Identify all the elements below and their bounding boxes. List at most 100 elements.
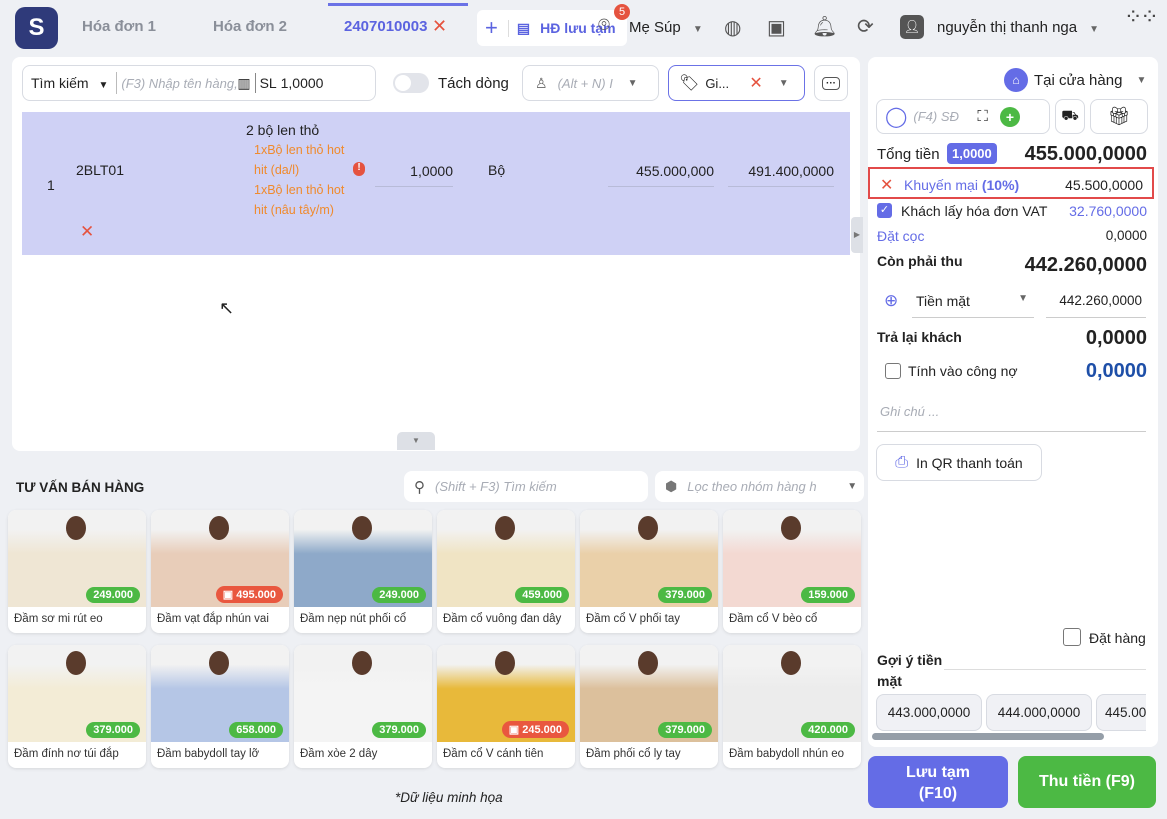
product-name: Đầm babydoll tay lỡ	[157, 748, 260, 760]
product-card[interactable]: ▣ 495.000 Đầm vạt đắp nhún vai	[151, 510, 289, 633]
qty-input[interactable]: 1,0000	[281, 75, 324, 91]
model-head	[66, 651, 86, 675]
apps-grid-icon[interactable]: ⁘⁘	[1124, 6, 1159, 28]
due-amount: 442.260,0000	[1024, 254, 1147, 276]
product-name: Đầm cổ V cánh tiên	[443, 748, 544, 760]
channel-select[interactable]: ⌂ Tại cửa hàng ▼	[1004, 68, 1146, 92]
remove-discount-icon[interactable]: ✕	[880, 175, 893, 195]
product-card[interactable]: 379.000 Đầm xòe 2 dây	[294, 645, 432, 768]
store-selector[interactable]: Mẹ Súp ▼	[629, 19, 703, 36]
tab-invoice-active[interactable]: 2407010003	[344, 18, 427, 35]
line-components: 1xBộ len thỏ hot hit (da/l) 1xBộ len thỏ…	[254, 140, 344, 220]
tab-invoice-2[interactable]: Hóa đơn 2	[213, 18, 287, 35]
discount-label[interactable]: Khuyến mại (10%)	[904, 177, 1019, 193]
barcode-icon[interactable]: ▥	[237, 75, 250, 92]
print-qr-button[interactable]: ⎙ In QR thanh toán	[876, 444, 1042, 481]
payment-method-select[interactable]: Tiền mặt ▼	[912, 290, 1034, 318]
clear-price-list-icon[interactable]: ✕	[749, 73, 762, 93]
gift-button[interactable]: 🎁︎	[1090, 99, 1148, 134]
debt-checkbox[interactable]	[885, 363, 901, 379]
customer-search[interactable]: ◯ (F4) SĐ ⛶ +	[876, 99, 1050, 134]
cash-suggestion[interactable]: 444.000,0000	[986, 694, 1092, 731]
store-icon: ⌂	[1004, 68, 1028, 92]
product-card[interactable]: 379.000 Đầm cổ V phối tay	[580, 510, 718, 633]
qty-label: SL	[259, 75, 277, 91]
product-search[interactable]: Tìm kiếm ▼ (F3) Nhập tên hàng, mã ▥ SL 1…	[22, 65, 376, 101]
remove-line-icon[interactable]: ✕	[80, 222, 94, 242]
product-card[interactable]: 658.000 Đầm babydoll tay lỡ	[151, 645, 289, 768]
product-card[interactable]: 379.000 Đầm đính nơ túi đắp	[8, 645, 146, 768]
save-draft-button[interactable]: Lưu tạm (F10)	[868, 756, 1008, 808]
location-pin-icon[interactable]: ⌾	[598, 14, 610, 37]
vat-checkbox[interactable]: ✓	[877, 203, 892, 218]
user-menu[interactable]: nguyễn thị thanh nga ▼	[937, 19, 1099, 36]
line-price-input[interactable]: 455.000,000	[608, 160, 714, 187]
price-list-select[interactable]: 🏷︎ Gi... ✕ ▼	[668, 65, 805, 101]
deposit-label[interactable]: Đặt cọc	[877, 228, 924, 244]
catalog-search-input[interactable]: (Shift + F3) Tìm kiếm	[435, 479, 557, 494]
box-icon: ⬢	[665, 478, 678, 494]
product-card[interactable]: 459.000 Đầm cổ vuông đan dây	[437, 510, 575, 633]
staff-select[interactable]: ♙ (Alt + N) I ▼	[522, 65, 659, 101]
product-card[interactable]: 420.000 Đầm babydoll nhún eo	[723, 645, 861, 768]
payment-method-value: Tiền mặt	[916, 293, 970, 309]
delivery-button[interactable]: ⛟	[1055, 99, 1085, 134]
screens-icon[interactable]: ▣	[767, 15, 786, 40]
price-value: 379.000	[93, 724, 133, 736]
product-image: 379.000	[580, 645, 718, 742]
vat-amount: 32.760,0000	[1069, 203, 1147, 219]
pay-button[interactable]: Thu tiền (F9)	[1018, 756, 1156, 808]
line-unit: Bộ	[488, 162, 506, 178]
change-amount: 0,0000	[1085, 327, 1147, 349]
product-card[interactable]: 379.000 Đầm phối cổ ly tay	[580, 645, 718, 768]
product-image: 249.000	[294, 510, 432, 607]
product-image: ▣ 495.000	[151, 510, 289, 607]
product-search-input[interactable]: (F3) Nhập tên hàng, mã	[117, 76, 237, 91]
paid-amount-input[interactable]: 442.260,0000	[1046, 290, 1146, 318]
order-checkbox[interactable]	[1063, 628, 1081, 646]
close-tab-icon[interactable]: ✕	[432, 16, 447, 37]
price-value: 379.000	[665, 724, 705, 736]
plus-icon[interactable]: +	[485, 15, 498, 41]
bell-icon[interactable]: 🔔︎	[812, 14, 837, 39]
app-logo[interactable]: S	[15, 7, 58, 49]
product-image: 379.000	[8, 645, 146, 742]
add-payment-icon[interactable]: ⊕	[884, 291, 898, 311]
collapse-right-handle[interactable]: ▶	[851, 217, 863, 253]
note-input[interactable]: Ghi chú ...	[877, 404, 1146, 432]
line-total: 491.400,0000	[728, 160, 834, 187]
expand-catalog-handle[interactable]: ▼	[397, 432, 435, 450]
cash-suggestion[interactable]: 445.00	[1096, 694, 1146, 731]
product-image: 379.000	[294, 645, 432, 742]
user-circle-icon: ◯	[885, 106, 908, 128]
add-customer-icon[interactable]: +	[999, 106, 1020, 127]
refresh-icon[interactable]: ⟳	[857, 14, 874, 39]
suggestions-scrollbar[interactable]	[872, 733, 1104, 740]
cash-suggestion[interactable]: 443.000,0000	[876, 694, 982, 731]
gift-icon: ▣	[508, 724, 523, 736]
debt-label: Tính vào công nợ	[908, 363, 1018, 379]
product-card[interactable]: 159.000 Đầm cổ V bèo cổ	[723, 510, 861, 633]
product-name: Đầm cổ V bèo cổ	[729, 613, 818, 625]
line-qty-input[interactable]: 1,0000	[375, 160, 453, 187]
product-card[interactable]: 249.000 Đầm sơ mi rút eo	[8, 510, 146, 633]
more-options-button[interactable]: ···	[814, 65, 848, 101]
product-name: Đầm đính nơ túi đắp	[14, 748, 119, 760]
customer-search-input[interactable]: (F4) SĐ	[913, 109, 963, 124]
split-line-toggle[interactable]	[393, 73, 429, 93]
user-avatar[interactable]: 👤︎	[900, 15, 924, 39]
gift-icon: ▣	[222, 589, 237, 601]
product-name: Đầm xòe 2 dây	[300, 748, 378, 760]
tab-invoice-1[interactable]: Hóa đơn 1	[82, 18, 156, 35]
catalog-search[interactable]: ⚲ (Shift + F3) Tìm kiếm	[404, 471, 648, 502]
scan-customer-icon[interactable]: ⛶	[977, 108, 988, 125]
category-filter[interactable]: ⬢ Lọc theo nhóm hàng h ▼	[655, 471, 864, 502]
product-card[interactable]: 249.000 Đầm nẹp nút phối cổ	[294, 510, 432, 633]
product-image: 658.000	[151, 645, 289, 742]
channel-value: Tại cửa hàng	[1034, 71, 1123, 89]
price-value: 245.000	[522, 724, 562, 736]
store-name: Mẹ Súp	[629, 19, 681, 36]
product-card[interactable]: ▣ 245.000 Đầm cổ V cánh tiên	[437, 645, 575, 768]
messenger-icon[interactable]: ◍	[724, 15, 741, 40]
search-mode-select[interactable]: Tìm kiếm ▼	[23, 75, 116, 91]
